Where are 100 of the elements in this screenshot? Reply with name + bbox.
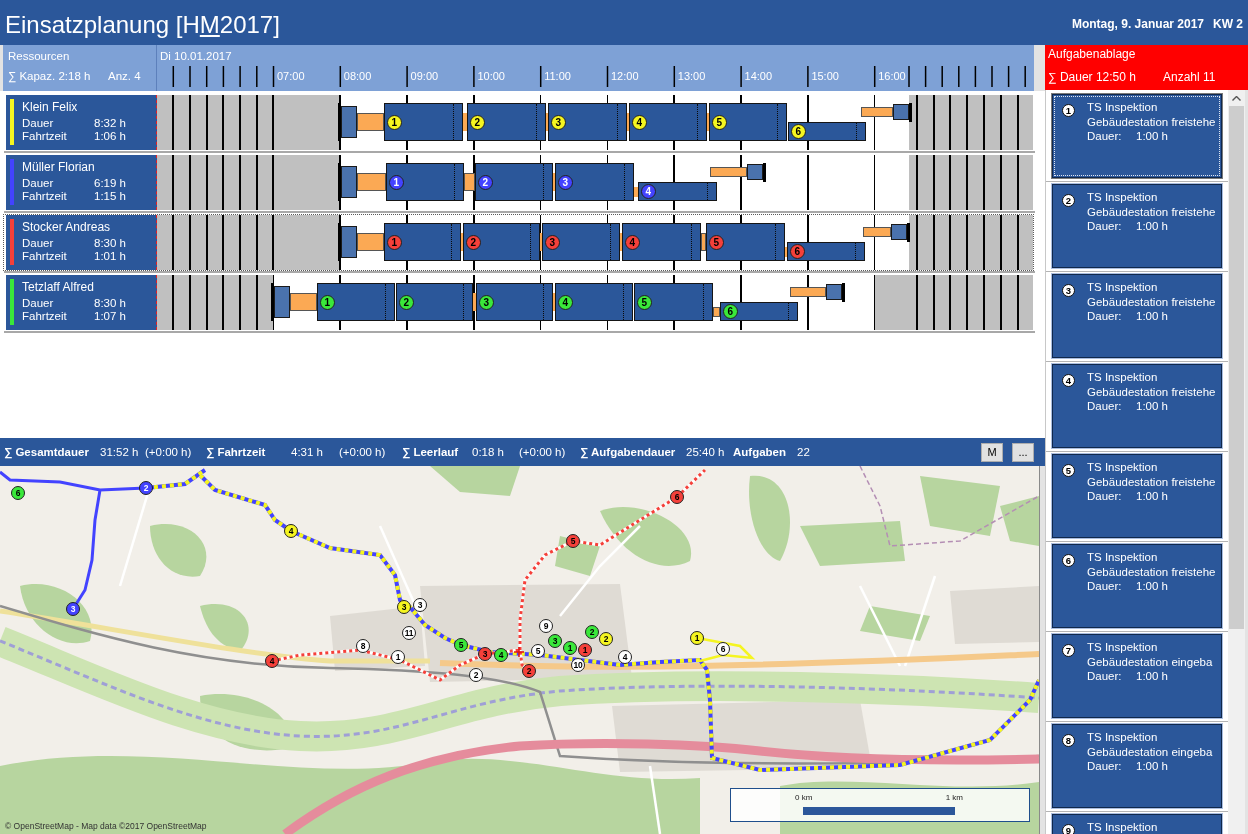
task-card[interactable]: 8 TS Inspektion Gebäudestation eingeba Dauer: 1:00 h (1052, 724, 1222, 808)
map-marker[interactable]: 6 (11, 486, 25, 500)
task-card[interactable]: 3 TS Inspektion Gebäudestation freistehe Dauer: 1:00 h (1052, 274, 1222, 358)
task-block[interactable]: 6 (787, 122, 866, 141)
task-number: 3 (1062, 284, 1075, 297)
field-label: Dauer: (1087, 579, 1122, 594)
field-value: 1:01 h (94, 250, 126, 263)
task-number: 4 (631, 115, 647, 130)
map-marker[interactable]: 5 (566, 534, 580, 548)
task-subtitle: Gebäudestation freistehe (1087, 564, 1216, 579)
field-label: Dauer (22, 237, 54, 250)
task-title: TS Inspektion (1087, 820, 1158, 834)
task-card[interactable]: 9 TS Inspektion (1052, 814, 1222, 834)
task-number: 5 (711, 115, 727, 130)
field-value: 8:30 h (94, 237, 126, 250)
task-number: 4 (557, 295, 573, 310)
task-block[interactable]: 4 (637, 182, 717, 201)
task-card[interactable]: 1 TS Inspektion Gebäudestation freistehe Dauer: 1:00 h (1052, 94, 1222, 178)
task-title: TS Inspektion (1087, 370, 1158, 385)
task-card[interactable]: 5 TS Inspektion Gebäudestation freistehe Dauer: 1:00 h (1052, 454, 1222, 538)
tray-count: Anzahl 11 (1163, 70, 1216, 85)
summary-label: ∑ Leerlauf (402, 445, 459, 459)
task-block[interactable]: 4 (554, 283, 633, 321)
scrollbar-track[interactable] (1228, 90, 1245, 834)
resource-row[interactable]: Klein Felix Dauer 8:32 h Fahrtzeit 1:06 h 1 2 3 4 5 6 (3, 94, 1034, 151)
task-card[interactable]: 2 TS Inspektion Gebäudestation freistehe Dauer: 1:00 h (1052, 184, 1222, 268)
forest-area (200, 604, 249, 651)
travel-bar (709, 167, 747, 177)
shift-start-marker (337, 103, 357, 141)
map-marker[interactable]: 1 (690, 631, 704, 645)
task-number: 8 (1062, 734, 1075, 747)
task-title: TS Inspektion (1087, 100, 1158, 115)
task-number: 6 (790, 124, 806, 139)
map-marker[interactable]: 4 (284, 524, 298, 538)
travel-bar (552, 173, 555, 191)
task-number: 3 (544, 235, 560, 250)
hour-label: 11:00 (544, 69, 571, 83)
scrollbar-thumb[interactable] (1229, 106, 1244, 629)
task-block[interactable]: 5 (705, 223, 785, 261)
task-card[interactable]: 6 TS Inspektion Gebäudestation freistehe Dauer: 1:00 h (1052, 544, 1222, 628)
hour-label: 12:00 (611, 69, 639, 83)
toolbar-button[interactable]: M (981, 442, 1003, 462)
task-block[interactable]: 6 (719, 302, 798, 321)
resource-name: Müller Florian (22, 160, 95, 174)
task-block[interactable]: 1 (383, 223, 461, 261)
field-label: Dauer (22, 177, 54, 190)
task-block[interactable]: 2 (395, 283, 473, 321)
field-value: 1:00 h (1136, 489, 1168, 504)
task-card[interactable]: 4 TS Inspektion Gebäudestation freistehe Dauer: 1:00 h (1052, 364, 1222, 448)
task-block[interactable]: 1 (383, 103, 463, 141)
task-number: 1 (319, 295, 335, 310)
task-subtitle: Gebäudestation freistehe (1087, 474, 1216, 489)
task-number: 4 (624, 235, 640, 250)
map-marker[interactable]: 3 (397, 600, 411, 614)
task-number: 6 (1062, 554, 1075, 567)
task-block[interactable]: 1 (316, 283, 395, 321)
summary-delta: (+0:00 h) (519, 445, 566, 459)
task-block[interactable]: 3 (541, 223, 620, 261)
shift-end-marker (892, 103, 912, 122)
resource-row[interactable]: Tetzlaff Alfred Dauer 8:30 h Fahrtzeit 1:07 h 1 2 3 4 5 6 (3, 274, 1034, 331)
task-card[interactable]: 7 TS Inspektion Gebäudestation eingeba Dauer: 1:00 h (1052, 634, 1222, 718)
task-block[interactable]: 3 (547, 103, 627, 141)
shift-end-marker (825, 283, 845, 302)
task-block[interactable]: 5 (633, 283, 713, 321)
summary-value: 25:40 h (686, 445, 725, 459)
task-block[interactable]: 4 (621, 223, 701, 261)
task-block[interactable]: 2 (474, 163, 553, 201)
task-block[interactable]: 3 (554, 163, 634, 201)
task-block[interactable]: 2 (466, 103, 546, 141)
task-subtitle: Gebäudestation freistehe (1087, 294, 1216, 309)
task-number: 1 (1062, 104, 1075, 117)
task-block[interactable]: 2 (462, 223, 540, 261)
task-block[interactable]: 4 (628, 103, 707, 141)
task-number: 7 (1062, 644, 1075, 657)
task-number: 5 (1062, 464, 1075, 477)
field-label: Fahrtzeit (22, 250, 67, 263)
toolbar-button[interactable]: ... (1012, 442, 1034, 462)
task-subtitle: Gebäudestation eingeba (1087, 654, 1213, 669)
travel-bar (289, 293, 317, 311)
task-title: TS Inspektion (1087, 190, 1158, 205)
map-marker[interactable]: 6 (716, 642, 730, 656)
resource-row[interactable]: Stocker Andreas Dauer 8:30 h Fahrtzeit 1:01 h 1 2 3 4 5 6 (3, 214, 1034, 271)
resource-name: Stocker Andreas (22, 220, 111, 234)
task-block[interactable]: 5 (708, 103, 787, 141)
week-number: KW 2 (1213, 17, 1243, 31)
task-block[interactable]: 6 (786, 242, 865, 261)
timeline-date: Di 10.01.2017 (160, 49, 232, 63)
map-attribution: © OpenStreetMap - Map data ©2017 OpenStreetMap (5, 821, 207, 831)
summary-value: 31:52 h (100, 445, 139, 459)
resource-row[interactable]: Müller Florian Dauer 6:19 h Fahrtzeit 1:15 h 1 2 3 4 (3, 154, 1034, 211)
map-marker[interactable]: 2 (139, 481, 153, 495)
resource-count: Anz. 4 (108, 69, 141, 83)
field-label: Dauer: (1087, 399, 1122, 414)
task-block[interactable]: 3 (475, 283, 553, 321)
task-title: TS Inspektion (1087, 550, 1158, 565)
field-label: Dauer: (1087, 129, 1122, 144)
task-block[interactable]: 1 (385, 163, 464, 201)
field-value: 1:00 h (1136, 759, 1168, 774)
map-marker[interactable]: 6 (670, 490, 684, 504)
field-label: Dauer: (1087, 669, 1122, 684)
